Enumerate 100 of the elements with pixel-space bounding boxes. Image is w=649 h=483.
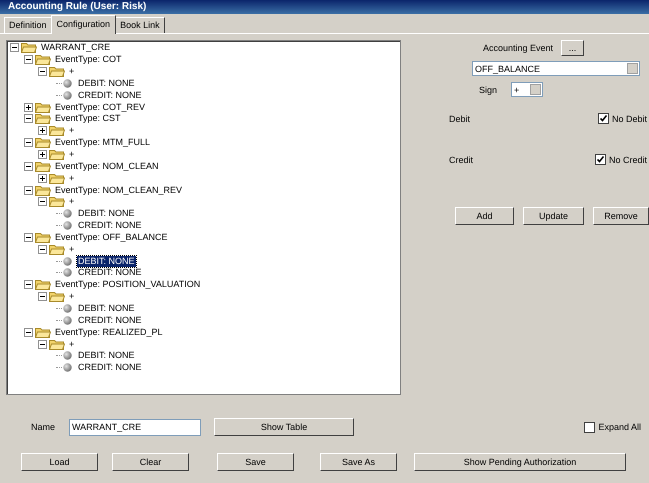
action-button[interactable]: Update (523, 207, 584, 225)
circle-icon (63, 304, 72, 313)
tree-item[interactable]: EventType: COT (54, 54, 123, 66)
folder-icon (49, 66, 65, 78)
action-button[interactable]: Show Pending Authorization (414, 453, 626, 471)
tree-toggle[interactable] (24, 102, 33, 112)
tree-item[interactable]: EventType: MTM_FULL (54, 137, 152, 148)
tree-item[interactable]: CREDIT: NONE (77, 220, 143, 232)
tree-item[interactable]: EventType: REALIZED_PL (54, 326, 164, 338)
tree-toggle[interactable] (38, 340, 47, 349)
show-table-button[interactable]: Show Table (214, 418, 354, 436)
tree-item[interactable]: + (68, 244, 76, 255)
tree-item[interactable]: + (68, 196, 76, 208)
tree-item[interactable]: + (68, 66, 76, 78)
tree-item[interactable]: DEBIT: NONE (77, 350, 136, 362)
tree-toggle[interactable] (38, 292, 47, 302)
action-button[interactable]: Save As (320, 453, 397, 471)
circle-icon (63, 209, 72, 218)
tree-toggle[interactable] (38, 174, 47, 183)
field-label: Accounting Event (483, 43, 554, 53)
tree-toggle[interactable] (24, 55, 33, 64)
checkbox[interactable] (584, 422, 596, 432)
circle-icon (63, 221, 72, 230)
circle-icon (63, 78, 72, 88)
field-label: Debit (449, 114, 470, 124)
folder-icon (49, 291, 65, 302)
name-field[interactable]: WARRANT_CRE (69, 418, 202, 436)
folder-icon (35, 184, 51, 196)
tree-item[interactable]: EventType: NOM_CLEAN (54, 160, 160, 172)
tree-toggle[interactable] (38, 150, 47, 160)
folder-icon (49, 172, 65, 184)
tree-item[interactable]: + (68, 149, 76, 160)
folder-icon (35, 113, 51, 124)
field-label: Sign (479, 84, 498, 94)
tree-toggle[interactable] (24, 280, 33, 290)
checkbox[interactable] (594, 154, 606, 165)
tree-toggle[interactable] (24, 186, 33, 195)
tree-item[interactable]: CREDIT: NONE (77, 90, 143, 101)
checkbox-label: Expand All (598, 422, 641, 432)
window-title: Accounting Rule (User: Risk) (8, 1, 146, 12)
folder-icon (21, 42, 37, 54)
tree-item[interactable]: DEBIT: NONE (77, 256, 136, 267)
action-button[interactable]: Add (455, 207, 514, 225)
folder-icon (49, 196, 65, 208)
circle-icon (63, 90, 72, 100)
tree-toggle[interactable] (10, 43, 19, 52)
tree-toggle[interactable] (24, 138, 33, 148)
tree-toggle[interactable] (38, 197, 47, 206)
tree-item[interactable]: DEBIT: NONE (77, 208, 136, 220)
folder-icon (49, 125, 65, 136)
circle-icon (63, 268, 72, 278)
action-button[interactable]: Load (21, 453, 98, 471)
checkbox-label: No Debit (612, 114, 647, 124)
tree-item[interactable]: EventType: CST (54, 113, 122, 124)
folder-icon (49, 244, 65, 255)
tree-item[interactable]: DEBIT: NONE (77, 78, 136, 89)
folder-icon (35, 137, 51, 148)
tree-toggle[interactable] (24, 328, 33, 337)
folder-icon (49, 338, 65, 350)
field-label: Name (31, 422, 56, 432)
tree-item[interactable]: CREDIT: NONE (77, 362, 143, 374)
tab[interactable]: Configuration (50, 15, 116, 34)
tree-item[interactable]: + (68, 125, 76, 136)
tree-item[interactable]: + (68, 291, 76, 302)
tab[interactable]: Definition (4, 17, 52, 33)
tree-item[interactable]: EventType: POSITION_VALUATION (54, 279, 202, 290)
sign-dropdown[interactable]: + (511, 82, 544, 97)
circle-icon (63, 351, 72, 360)
tree-item[interactable]: + (68, 338, 76, 350)
checkbox-label: No Credit (608, 154, 647, 164)
tree-item[interactable]: CREDIT: NONE (77, 267, 143, 278)
folder-icon (35, 232, 51, 243)
action-button[interactable]: Clear (112, 453, 189, 471)
tree-item[interactable]: + (68, 172, 76, 184)
browse-button[interactable]: ... (561, 40, 584, 56)
folder-icon (35, 102, 51, 113)
event-dropdown[interactable]: OFF_BALANCE (472, 61, 640, 76)
circle-icon (63, 363, 72, 372)
circle-icon (63, 316, 72, 325)
tree-item[interactable]: CREDIT: NONE (77, 314, 143, 326)
tree-toggle[interactable] (24, 114, 33, 124)
field-label: Credit (449, 154, 474, 164)
tree-toggle[interactable] (24, 162, 33, 171)
checkbox[interactable] (598, 113, 609, 124)
tree-toggle[interactable] (38, 67, 47, 76)
tab[interactable]: Book Link (115, 17, 165, 33)
circle-icon (63, 256, 72, 266)
tree-toggle[interactable] (24, 232, 33, 242)
tree-item[interactable]: EventType: NOM_CLEAN_REV (54, 184, 184, 196)
tree-toggle[interactable] (38, 126, 47, 136)
tree-item[interactable]: WARRANT_CRE (40, 42, 112, 54)
action-button[interactable]: Save (217, 453, 294, 471)
folder-icon (35, 279, 51, 290)
tree-item[interactable]: EventType: COT_REV (54, 102, 146, 113)
tree-toggle[interactable] (38, 244, 47, 254)
tree-item[interactable]: EventType: OFF_BALANCE (54, 232, 169, 243)
folder-icon (35, 54, 51, 66)
action-button[interactable]: Remove (593, 207, 649, 225)
folder-icon (35, 160, 51, 172)
tree-item[interactable]: DEBIT: NONE (77, 302, 136, 314)
